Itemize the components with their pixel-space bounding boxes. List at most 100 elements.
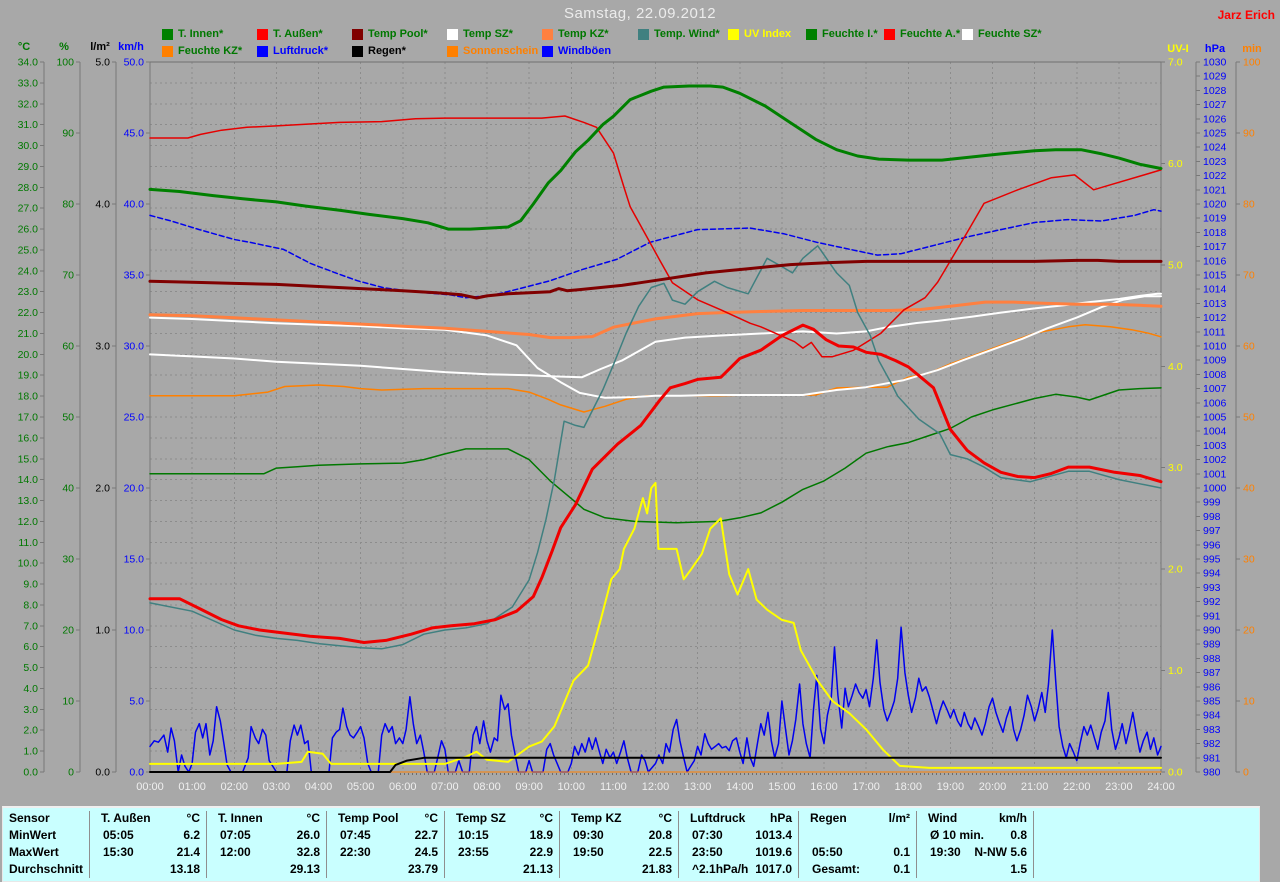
table-col-unit: °C: [658, 811, 672, 825]
svg-text:09:00: 09:00: [515, 781, 543, 793]
svg-text:13.0: 13.0: [18, 495, 39, 507]
table-col-name: Temp SZ: [456, 811, 506, 825]
svg-text:1005: 1005: [1203, 412, 1227, 424]
table-separator: [444, 811, 445, 878]
grid-lines: [150, 62, 1161, 772]
svg-text:1010: 1010: [1203, 341, 1227, 353]
svg-text:35.0: 35.0: [124, 270, 145, 282]
svg-text:04:00: 04:00: [305, 781, 333, 793]
svg-text:1014: 1014: [1203, 284, 1227, 296]
svg-text:8.0: 8.0: [23, 599, 38, 611]
table-value: 13.18: [169, 862, 200, 876]
table-value: 1013.4: [755, 828, 792, 842]
table-value-time: Ø 10 min.: [930, 828, 985, 842]
svg-text:1022: 1022: [1203, 170, 1227, 182]
svg-text:984: 984: [1203, 710, 1221, 722]
svg-text:1027: 1027: [1203, 99, 1227, 111]
svg-text:0.0: 0.0: [23, 767, 38, 779]
svg-text:45.0: 45.0: [124, 128, 145, 140]
svg-text:2.0: 2.0: [1168, 564, 1183, 576]
axis-°C: 0.0 1.0 2.0 3.0 4.0 5.0 6.0 7.0 8.0 9.0 10.0 11.0 12…: [18, 41, 45, 779]
table-value: 24.5: [414, 845, 438, 859]
table-value-time: 12:00: [220, 845, 251, 859]
svg-text:80: 80: [1243, 199, 1255, 211]
table-value: 22.9: [529, 845, 553, 859]
svg-text:25.0: 25.0: [18, 244, 39, 256]
svg-text:22.0: 22.0: [18, 307, 39, 319]
svg-text:15:00: 15:00: [768, 781, 796, 793]
svg-text:27.0: 27.0: [18, 203, 39, 215]
svg-text:1028: 1028: [1203, 85, 1227, 97]
svg-text:17.0: 17.0: [18, 412, 39, 424]
svg-text:7.0: 7.0: [23, 620, 38, 632]
svg-text:°C: °C: [18, 41, 30, 53]
svg-text:4.0: 4.0: [23, 683, 38, 695]
svg-text:10: 10: [62, 696, 74, 708]
svg-text:3.0: 3.0: [95, 341, 110, 353]
svg-text:10:00: 10:00: [557, 781, 585, 793]
svg-text:9.0: 9.0: [23, 579, 38, 591]
table-value: 21.83: [641, 862, 672, 876]
svg-text:50: 50: [1243, 412, 1255, 424]
svg-text:1013: 1013: [1203, 298, 1227, 310]
svg-text:17:00: 17:00: [852, 781, 880, 793]
svg-text:1030: 1030: [1203, 57, 1227, 69]
svg-text:981: 981: [1203, 752, 1221, 764]
x-axis-labels: 00:00 01:00 02:00 03:00 04:00 05:00 06:00 07:00…: [136, 781, 1175, 793]
svg-text:km/h: km/h: [118, 41, 144, 53]
svg-text:12:00: 12:00: [642, 781, 670, 793]
svg-text:22:00: 22:00: [1063, 781, 1091, 793]
svg-text:1006: 1006: [1203, 397, 1227, 409]
svg-text:1019: 1019: [1203, 213, 1227, 225]
svg-text:hPa: hPa: [1205, 43, 1226, 55]
svg-text:1.0: 1.0: [95, 625, 110, 637]
table-value-time: 07:45: [340, 828, 371, 842]
table-value-time: 05:50: [812, 845, 843, 859]
svg-text:24.0: 24.0: [18, 265, 39, 277]
table-value-time: 10:15: [458, 828, 489, 842]
svg-text:16:00: 16:00: [810, 781, 838, 793]
svg-text:994: 994: [1203, 568, 1221, 580]
svg-text:1029: 1029: [1203, 71, 1227, 83]
table-col-name: Temp Pool: [338, 811, 399, 825]
svg-text:12.0: 12.0: [18, 516, 39, 528]
svg-text:1007: 1007: [1203, 383, 1227, 395]
svg-text:20: 20: [62, 625, 74, 637]
svg-text:80: 80: [62, 199, 74, 211]
svg-text:985: 985: [1203, 696, 1221, 708]
axis-km/h: 0.0 5.0 10.0 15.0 20.0 25.0 30.0 35.0 40.0 45.0 50…: [118, 41, 151, 779]
svg-text:4.0: 4.0: [1168, 361, 1183, 373]
svg-text:991: 991: [1203, 610, 1221, 622]
svg-text:06:00: 06:00: [389, 781, 417, 793]
svg-text:1017: 1017: [1203, 241, 1227, 253]
svg-text:5.0: 5.0: [95, 57, 110, 69]
svg-text:20.0: 20.0: [124, 483, 145, 495]
table-row-label: MinWert: [9, 828, 57, 842]
svg-text:19:00: 19:00: [937, 781, 965, 793]
table-separator: [559, 811, 560, 878]
svg-text:986: 986: [1203, 681, 1221, 693]
table-row-label: MaxWert: [9, 845, 59, 859]
table-value: 29.13: [289, 862, 320, 876]
table-col-name: Wind: [928, 811, 958, 825]
svg-text:1011: 1011: [1203, 326, 1226, 338]
svg-text:60: 60: [62, 341, 74, 353]
svg-text:50: 50: [62, 412, 74, 424]
table-col-unit: l/m²: [888, 811, 910, 825]
svg-text:14.0: 14.0: [18, 474, 39, 486]
svg-text:40: 40: [62, 483, 74, 495]
svg-text:3.0: 3.0: [23, 704, 38, 716]
svg-text:20:00: 20:00: [979, 781, 1007, 793]
svg-text:1.0: 1.0: [23, 746, 38, 758]
svg-text:18:00: 18:00: [894, 781, 922, 793]
svg-text:70: 70: [62, 270, 74, 282]
table-value: 32.8: [296, 845, 320, 859]
svg-text:40: 40: [1243, 483, 1255, 495]
svg-text:995: 995: [1203, 554, 1221, 566]
table-separator: [678, 811, 679, 878]
table-value: 0.8: [1010, 828, 1027, 842]
svg-text:1015: 1015: [1203, 270, 1227, 282]
weather-logger-window: Samstag, 22.09.2012 Jarz Erich T. Innen*…: [0, 0, 1280, 882]
svg-text:1020: 1020: [1203, 199, 1227, 211]
svg-text:25.0: 25.0: [124, 412, 145, 424]
